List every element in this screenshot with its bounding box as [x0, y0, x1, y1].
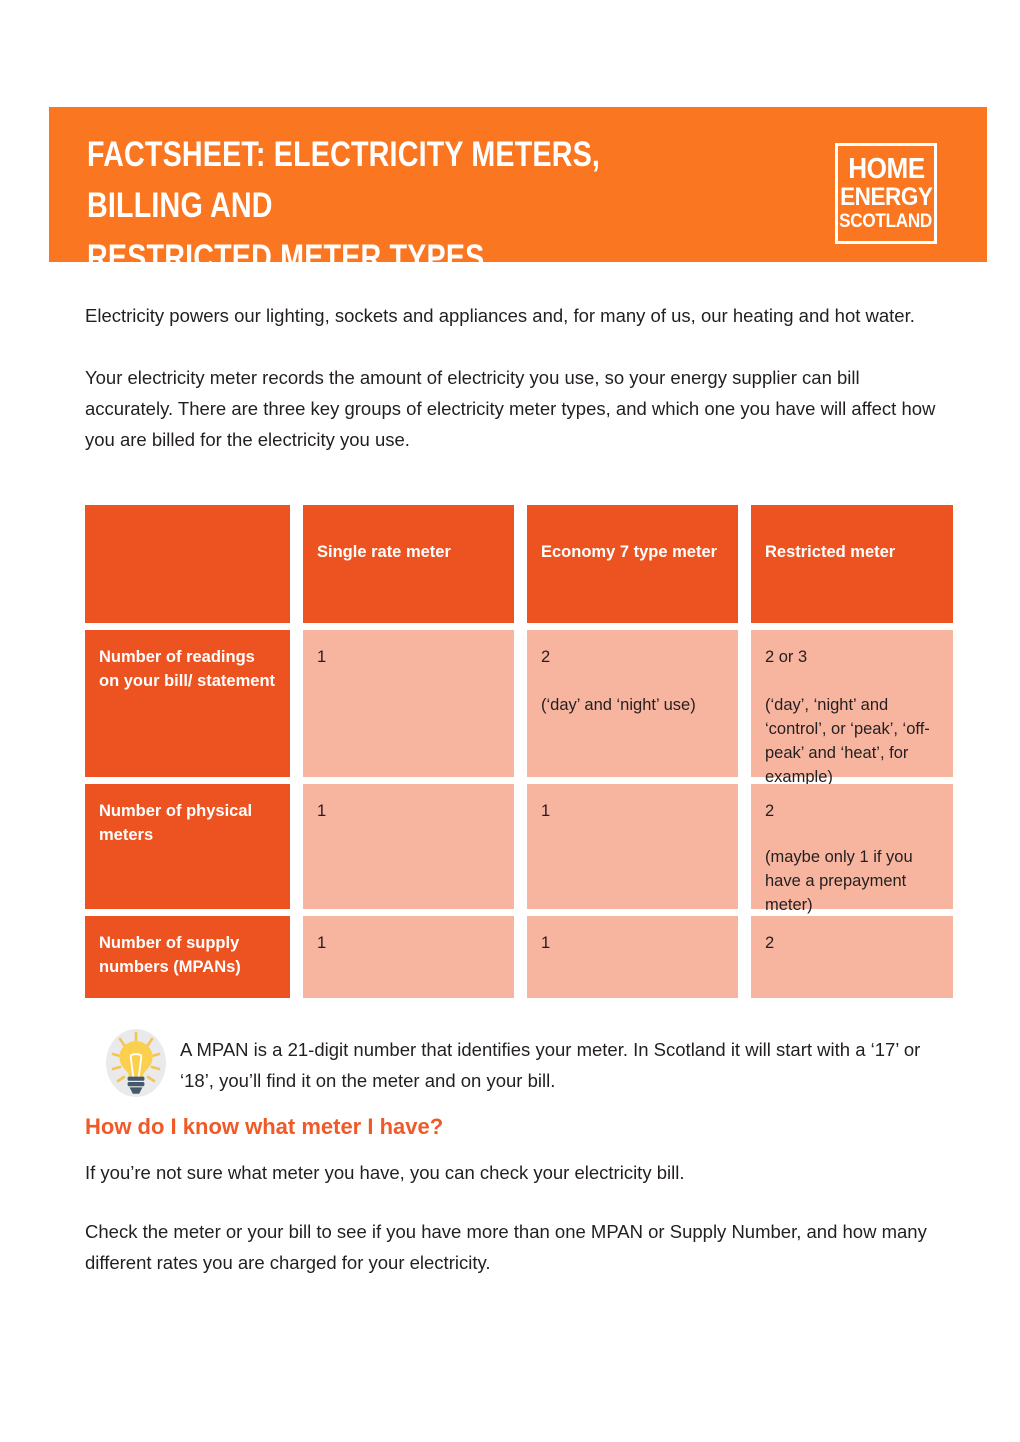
- header-banner: FACTSHEET: ELECTRICITY METERS, BILLING A…: [49, 107, 987, 277]
- cell-physical-single-rate: 1: [303, 784, 514, 909]
- cell-value: 2 or 3: [765, 648, 808, 666]
- intro-paragraph-2: Your electricity meter records the amoun…: [85, 367, 936, 450]
- intro-section: Electricity powers our lighting, sockets…: [85, 300, 940, 455]
- cell-note: (maybe only 1 if you have a prepayment m…: [765, 848, 913, 914]
- intro-paragraph-1: Electricity powers our lighting, sockets…: [85, 305, 915, 326]
- cell-value: 1: [317, 802, 327, 820]
- table-header-restricted-meter: Restricted meter: [751, 505, 953, 623]
- cell-value: 2: [765, 934, 775, 952]
- row-label-number-of-physical-meters: Number of physical meters: [85, 784, 290, 909]
- lightbulb-icon: [96, 1024, 180, 1102]
- cell-value: 1: [541, 934, 551, 952]
- table-row: Number of physical meters 1 1 2 (maybe o…: [85, 784, 953, 914]
- cell-readings-restricted: 2 or 3 (‘day’, ‘night’ and ‘control’, or…: [751, 630, 953, 786]
- row-label-number-of-supply-numbers: Number of supply numbers (MPANs): [85, 916, 290, 998]
- cell-note: (‘day’ and ‘night’ use): [541, 696, 696, 714]
- row-label-number-of-readings: Number of readings on your bill/ stateme…: [85, 630, 290, 777]
- home-energy-scotland-logo: HOME ENERGY SCOTLAND: [835, 143, 937, 244]
- cell-physical-restricted: 2 (maybe only 1 if you have a prepayment…: [751, 784, 953, 914]
- cell-readings-economy7: 2 (‘day’ and ‘night’ use): [527, 630, 738, 777]
- cell-value: 1: [317, 934, 327, 952]
- cell-mpans-economy7: 1: [527, 916, 738, 998]
- table-header-corner: [85, 505, 290, 623]
- cell-value: 1: [541, 802, 551, 820]
- section-paragraph-2: Check the meter or your bill to see if y…: [85, 1221, 927, 1273]
- table-row: Number of supply numbers (MPANs) 1 1 2: [85, 916, 953, 998]
- cell-mpans-restricted: 2: [751, 916, 953, 998]
- how-do-i-know-section: How do I know what meter I have? If you’…: [85, 1113, 955, 1306]
- table-header-row: Single rate meter Economy 7 type meter R…: [85, 505, 953, 623]
- section-heading: How do I know what meter I have?: [85, 1114, 444, 1139]
- page-title: FACTSHEET: ELECTRICITY METERS, BILLING A…: [87, 135, 601, 277]
- cell-note: (‘day’, ‘night’ and ‘control’, or ‘peak’…: [765, 696, 930, 786]
- cell-value: 2: [765, 802, 775, 820]
- section-paragraph-1: If you’re not sure what meter you have, …: [85, 1162, 685, 1183]
- table-header-single-rate-meter: Single rate meter: [303, 505, 514, 623]
- logo-line-home: HOME: [847, 153, 925, 186]
- logo-line-energy: ENERGY: [839, 182, 933, 211]
- mpan-tip-callout: A MPAN is a 21-digit number that identif…: [96, 1024, 951, 1102]
- mpan-tip-text: A MPAN is a 21-digit number that identif…: [180, 1039, 921, 1091]
- cell-mpans-single-rate: 1: [303, 916, 514, 998]
- cell-readings-single-rate: 1: [303, 630, 514, 777]
- logo-line-scotland: SCOTLAND: [839, 210, 933, 232]
- meter-comparison-table: Single rate meter Economy 7 type meter R…: [85, 505, 953, 1005]
- cell-physical-economy7: 1: [527, 784, 738, 909]
- table-row: Number of readings on your bill/ stateme…: [85, 630, 953, 786]
- cell-value: 2: [541, 648, 551, 666]
- cell-value: 1: [317, 648, 327, 666]
- table-header-economy-7-type-meter: Economy 7 type meter: [527, 505, 738, 623]
